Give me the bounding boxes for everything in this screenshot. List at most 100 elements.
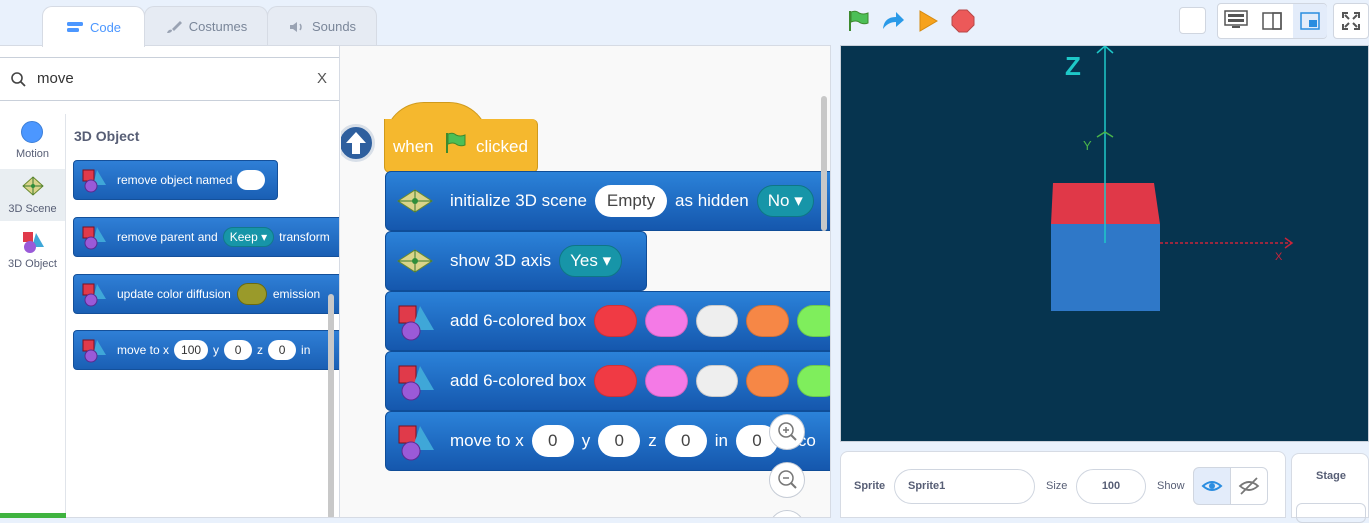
- when-flag-clicked-block[interactable]: when clicked: [384, 102, 539, 174]
- add-extension-button[interactable]: [341, 124, 375, 162]
- zoom-in-icon: [778, 422, 797, 441]
- zoom-reset-button[interactable]: [769, 510, 805, 517]
- sprite-label: Sprite: [854, 480, 886, 492]
- scene-3d-icon: [22, 176, 44, 196]
- as-hidden-label: as hidden: [675, 191, 749, 210]
- speaker-icon: [289, 21, 302, 32]
- category-3d-object-label: 3D Object: [8, 258, 57, 270]
- tab-costumes[interactable]: Costumes: [144, 6, 268, 46]
- palette-block-move-to[interactable]: move to x 100 y 0 z 0 in: [73, 330, 339, 370]
- diffusion-color-swatch[interactable]: [236, 283, 267, 305]
- clear-search-button[interactable]: X: [317, 70, 327, 87]
- init-scene-label: initialize 3D scene: [450, 191, 588, 210]
- block-label-tail: emission: [272, 287, 321, 301]
- tab-costumes-label: Costumes: [188, 19, 248, 34]
- script-block-add-box-2[interactable]: add 6-colored box: [385, 351, 830, 411]
- script-scrollbar[interactable]: [821, 96, 827, 231]
- y-input[interactable]: 0: [224, 340, 253, 360]
- script-area: when clicked initialize 3D scene Empty a…: [341, 46, 830, 517]
- green-flag-icon[interactable]: [846, 9, 870, 33]
- zoom-out-button[interactable]: [769, 462, 805, 498]
- category-3d-scene[interactable]: 3D Scene: [0, 169, 65, 221]
- category-list: Motion 3D Scene 3D Object: [0, 114, 66, 517]
- tab-code-label: Code: [89, 19, 122, 35]
- stage-thumbnail[interactable]: [1296, 503, 1366, 523]
- turbo-arrow-icon[interactable]: [880, 9, 906, 33]
- show-label: Show: [1157, 480, 1185, 492]
- tab-sounds[interactable]: Sounds: [267, 6, 377, 46]
- object-3d-icon: [398, 365, 434, 401]
- color-swatch-4[interactable]: [746, 305, 790, 337]
- large-stage-icon: [1300, 12, 1320, 30]
- green-flag-icon: [446, 132, 466, 153]
- object-3d-icon: [398, 425, 434, 461]
- keep-dropdown-value: Keep: [229, 230, 258, 244]
- hat-when-label: when: [393, 137, 434, 156]
- play-icon[interactable]: [917, 9, 939, 33]
- 3d-scene-render: [1051, 45, 1294, 311]
- blank-button[interactable]: [1179, 7, 1206, 34]
- palette-scrollbar[interactable]: [328, 294, 334, 517]
- y-input[interactable]: 0: [598, 425, 641, 457]
- color-swatch-1[interactable]: [594, 305, 637, 337]
- color-swatch-5[interactable]: [797, 305, 830, 337]
- z-input[interactable]: 0: [664, 425, 707, 457]
- tab-code[interactable]: Code: [42, 6, 145, 47]
- palette-block-remove-object-named[interactable]: remove object named: [73, 160, 278, 200]
- stage-canvas[interactable]: Z Y X: [840, 45, 1369, 442]
- category-motion-label: Motion: [15, 148, 50, 160]
- block-label: update color diffusion: [117, 287, 231, 301]
- x-input[interactable]: 0: [531, 425, 574, 457]
- hidden-dropdown-value: No: [767, 191, 790, 210]
- hidden-dropdown[interactable]: No ▾: [756, 185, 814, 217]
- color-swatch-2[interactable]: [644, 305, 688, 337]
- stage-panel[interactable]: Stage: [1291, 453, 1369, 523]
- script-block-add-box-1[interactable]: add 6-colored box: [385, 291, 830, 351]
- color-swatch-4[interactable]: [746, 365, 790, 397]
- show-hidden-button[interactable]: [1230, 467, 1268, 505]
- scene-name-input[interactable]: Empty: [595, 185, 668, 217]
- block-label: move to x: [117, 343, 170, 357]
- color-swatch-3[interactable]: [695, 365, 739, 397]
- brush-icon: [166, 20, 182, 33]
- zoom-out-icon: [778, 470, 797, 489]
- small-stage-icon[interactable]: [1224, 10, 1248, 32]
- search-icon: [11, 72, 26, 87]
- stop-icon[interactable]: [951, 9, 975, 33]
- zoom-in-button[interactable]: [769, 414, 805, 450]
- axis-dropdown[interactable]: Yes ▾: [559, 245, 623, 277]
- search-bar[interactable]: move X: [0, 57, 339, 101]
- category-motion[interactable]: Motion: [0, 114, 65, 166]
- move-to-label: move to x: [450, 431, 524, 450]
- search-input[interactable]: move: [37, 70, 74, 87]
- scene-3d-icon: [397, 249, 433, 273]
- category-3d-object[interactable]: 3D Object: [0, 224, 65, 276]
- color-swatch-2[interactable]: [644, 365, 688, 397]
- object-name-input[interactable]: [237, 170, 266, 190]
- z-input[interactable]: 0: [268, 340, 297, 360]
- progress-strip: [0, 513, 66, 518]
- script-block-move-to[interactable]: move to x 0 y 0 z 0 in 0 seco: [385, 411, 830, 471]
- up-arrow-icon: [346, 132, 366, 154]
- size-input[interactable]: 100: [1076, 469, 1146, 504]
- add-box-label: add 6-colored box: [450, 371, 587, 390]
- motion-dot-icon: [21, 121, 43, 143]
- script-block-show-axis[interactable]: show 3D axis Yes ▾: [385, 231, 647, 291]
- block-label-tail: transform: [279, 230, 330, 244]
- size-value: 100: [1101, 480, 1121, 492]
- show-axis-label: show 3D axis: [450, 251, 552, 270]
- sprite-name-value: Sprite1: [908, 480, 946, 492]
- normal-stage-icon[interactable]: [1262, 12, 1282, 30]
- add-box-label: add 6-colored box: [450, 311, 587, 330]
- x-input[interactable]: 100: [174, 340, 209, 360]
- show-visible-button[interactable]: [1193, 467, 1231, 505]
- palette-block-remove-parent[interactable]: remove parent and Keep ▾ transform: [73, 217, 339, 257]
- color-swatch-3[interactable]: [695, 305, 739, 337]
- palette-block-update-color[interactable]: update color diffusion emission: [73, 274, 339, 314]
- keep-dropdown[interactable]: Keep ▾: [222, 227, 275, 247]
- sprite-name-input[interactable]: Sprite1: [894, 469, 1035, 504]
- script-block-init-scene[interactable]: initialize 3D scene Empty as hidden No ▾: [385, 171, 830, 231]
- eye-icon: [1201, 481, 1223, 491]
- color-swatch-1[interactable]: [594, 365, 637, 397]
- color-swatch-5[interactable]: [797, 365, 830, 397]
